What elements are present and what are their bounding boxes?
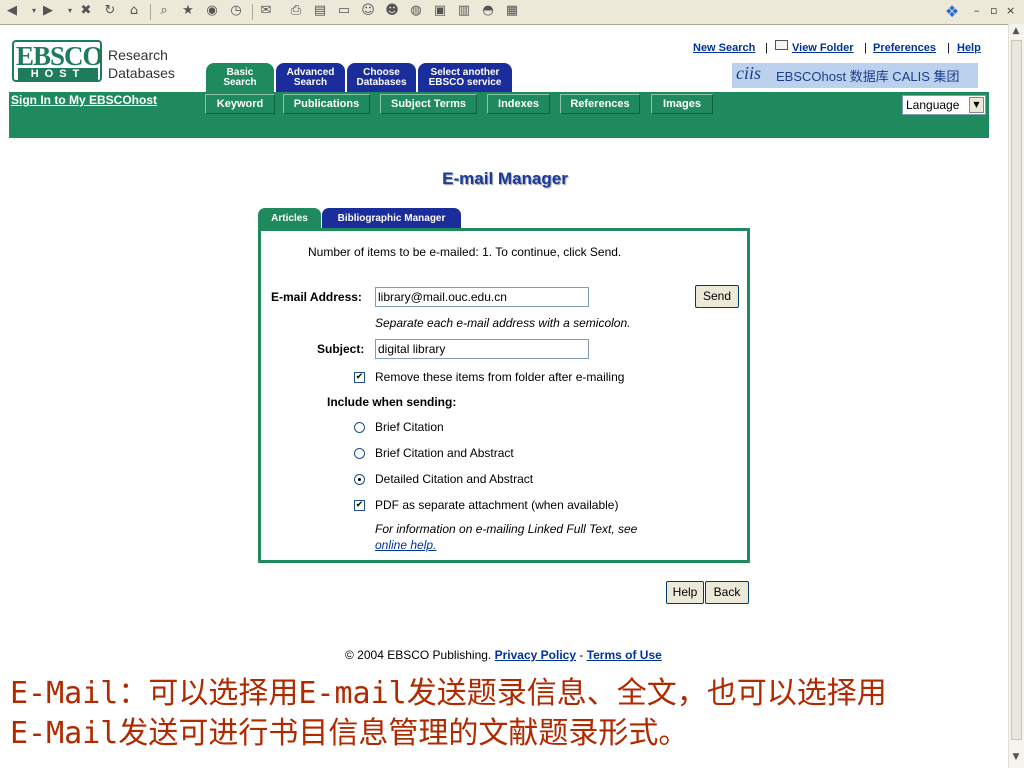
mail-icon[interactable]: ✉ xyxy=(258,3,274,19)
favorites-icon[interactable]: ★ xyxy=(180,3,196,19)
penguin-icon[interactable]: ◓ xyxy=(480,3,496,19)
subtab-subject-terms[interactable]: Subject Terms xyxy=(380,94,477,114)
restore-icon[interactable]: ▫ xyxy=(990,4,997,17)
annotation-line-1: E-Mail：可以选择用E-mail发送题录信息、全文，也可以选择用 xyxy=(10,676,887,711)
help-button[interactable]: Help xyxy=(666,581,704,604)
calculator-icon[interactable]: ▦ xyxy=(504,3,520,19)
email-label: E-mail Address: xyxy=(271,290,362,304)
subtab-indexes[interactable]: Indexes xyxy=(487,94,550,114)
browser-toolbar: ◀ ▾ ▶ ▾ ✖ ↻ ⌂ ⌕ ★ ◉ ◷ ✉ ⎙ ▤ ▭ ☺ ☻ ◍ ▣ ▥ … xyxy=(0,0,1024,25)
pdf-attachment-checkbox[interactable]: ✔ xyxy=(354,500,365,511)
chart-icon[interactable]: ▥ xyxy=(456,3,472,19)
new-search-link[interactable]: New Search xyxy=(693,42,755,54)
search-icon[interactable]: ⌕ xyxy=(156,3,172,19)
close-icon[interactable]: × xyxy=(1006,4,1015,17)
folder-icon[interactable] xyxy=(775,40,788,50)
logo-research-text: Research xyxy=(108,47,168,63)
view-folder-link[interactable]: View Folder xyxy=(792,42,854,54)
emoticon-icon[interactable]: ☻ xyxy=(384,3,400,19)
include-label: Include when sending: xyxy=(327,395,457,409)
refresh-icon[interactable]: ↻ xyxy=(102,3,118,19)
home-icon[interactable]: ⌂ xyxy=(126,3,142,19)
logo-databases-text: Databases xyxy=(108,65,175,81)
preferences-link[interactable]: Preferences xyxy=(873,42,936,54)
footer-dash: - xyxy=(579,648,584,662)
scroll-down-icon[interactable]: ▼ xyxy=(1010,752,1022,764)
radio-detailed-citation-abstract[interactable] xyxy=(354,474,365,485)
calis-logo: ciis xyxy=(736,63,761,83)
pdf-attachment-label: PDF as separate attachment (when availab… xyxy=(375,498,619,512)
annotation-line-2: E-Mail发送可进行书目信息管理的文献题录形式。 xyxy=(10,716,689,751)
dropdown-icon[interactable]: ▾ xyxy=(62,3,78,19)
tab-bibliographic-manager[interactable]: Bibliographic Manager xyxy=(322,208,461,229)
history-icon[interactable]: ◷ xyxy=(228,3,244,19)
page-title: E-mail Manager xyxy=(442,169,568,188)
privacy-policy-link[interactable]: Privacy Policy xyxy=(495,648,576,662)
print-icon[interactable]: ⎙ xyxy=(288,3,304,19)
minimize-icon[interactable]: – xyxy=(974,4,980,17)
chevron-down-icon[interactable]: ▼ xyxy=(969,97,984,113)
send-button[interactable]: Send xyxy=(695,285,739,308)
stop-icon[interactable]: ✖ xyxy=(78,3,94,19)
scroll-up-icon[interactable]: ▲ xyxy=(1010,26,1022,38)
email-hint: Separate each e-mail address with a semi… xyxy=(375,316,631,330)
subtab-images[interactable]: Images xyxy=(651,94,713,114)
tab-articles[interactable]: Articles xyxy=(258,208,321,229)
email-field[interactable]: library@mail.ouc.edu.cn xyxy=(375,287,589,307)
subtab-references[interactable]: References xyxy=(560,94,640,114)
logo-host: HOST xyxy=(18,68,98,80)
footer: © 2004 EBSCO Publishing. Privacy Policy … xyxy=(345,648,662,662)
terms-of-use-link[interactable]: Terms of Use xyxy=(587,648,662,662)
edit-icon[interactable]: ▤ xyxy=(312,3,328,19)
calis-banner-text: EBSCOhost 数据库 CALIS 集团 xyxy=(776,69,960,84)
remove-items-label: Remove these items from folder after e-m… xyxy=(375,370,625,384)
remove-items-checkbox[interactable]: ✔ xyxy=(354,372,365,383)
language-select-value: Language xyxy=(906,98,960,112)
windows-logo-icon: ❖ xyxy=(944,2,960,21)
brief-citation-label: Brief Citation xyxy=(375,420,444,434)
discuss-icon[interactable]: ▭ xyxy=(336,3,352,19)
subject-field[interactable]: digital library xyxy=(375,339,589,359)
media-icon[interactable]: ◉ xyxy=(204,3,220,19)
copyright-text: © 2004 EBSCO Publishing. xyxy=(345,648,492,662)
online-help-link[interactable]: online help. xyxy=(375,538,436,552)
items-count-text: Number of items to be e-mailed: 1. To co… xyxy=(308,245,622,259)
scroll-thumb[interactable] xyxy=(1011,40,1022,740)
help-link[interactable]: Help xyxy=(957,42,981,54)
detailed-citation-abstract-label: Detailed Citation and Abstract xyxy=(375,472,534,486)
tab-select-service[interactable]: Select another EBSCO service xyxy=(418,63,512,92)
radio-brief-citation[interactable] xyxy=(354,422,365,433)
subject-label: Subject: xyxy=(317,342,365,356)
tab-choose-databases[interactable]: Choose Databases xyxy=(347,63,416,92)
radio-brief-citation-abstract[interactable] xyxy=(354,448,365,459)
brief-citation-abstract-label: Brief Citation and Abstract xyxy=(375,446,514,460)
subtab-keyword[interactable]: Keyword xyxy=(205,94,275,114)
info-text: For information on e-mailing Linked Full… xyxy=(375,522,638,536)
forward-icon[interactable]: ▶ xyxy=(40,3,56,19)
back-icon[interactable]: ◀ xyxy=(4,3,20,19)
tool-icon[interactable]: ▣ xyxy=(432,3,448,19)
sign-in-link[interactable]: Sign In to My EBSCOhost xyxy=(11,93,157,107)
back-button[interactable]: Back xyxy=(705,581,749,604)
globe-icon[interactable]: ◍ xyxy=(408,3,424,19)
tab-basic-search[interactable]: Basic Search xyxy=(206,63,274,92)
messenger-icon[interactable]: ☺ xyxy=(360,3,376,19)
subtab-publications[interactable]: Publications xyxy=(283,94,370,114)
tab-advanced-search[interactable]: Advanced Search xyxy=(276,63,345,92)
